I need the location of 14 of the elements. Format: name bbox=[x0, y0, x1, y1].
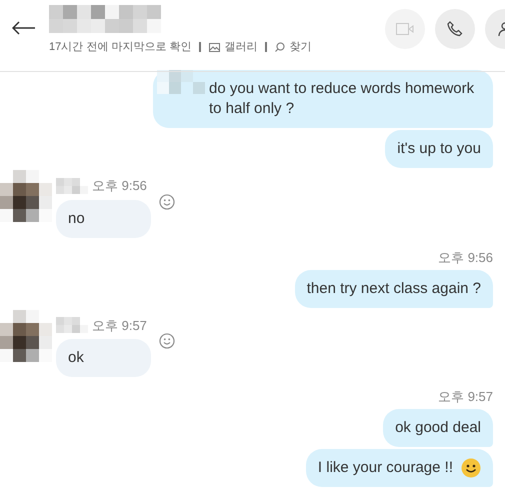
last-seen-text: 17시간 전에 마지막으로 확인 bbox=[49, 40, 192, 55]
message-time: 오후 9:57 bbox=[438, 389, 493, 404]
message-time: 오후 9:56 bbox=[92, 177, 147, 195]
search-link[interactable]: 찾기 bbox=[275, 39, 312, 56]
message-bubble: do you want to reduce words homework to half only ? bbox=[153, 70, 493, 128]
message-bubble: then try next class again ? bbox=[294, 270, 493, 308]
message-bubble: ok good deal bbox=[383, 409, 493, 447]
message-time: 오후 9:56 bbox=[438, 250, 493, 264]
message-bubble: it's up to you bbox=[385, 130, 493, 168]
message-bubble: no bbox=[56, 200, 151, 238]
message-bubble: ok bbox=[56, 339, 151, 377]
gallery-link[interactable]: 갤러리 bbox=[209, 39, 258, 56]
message-bubble: I like your courage !! bbox=[306, 449, 493, 487]
message-time: 오후 9:57 bbox=[92, 316, 147, 334]
